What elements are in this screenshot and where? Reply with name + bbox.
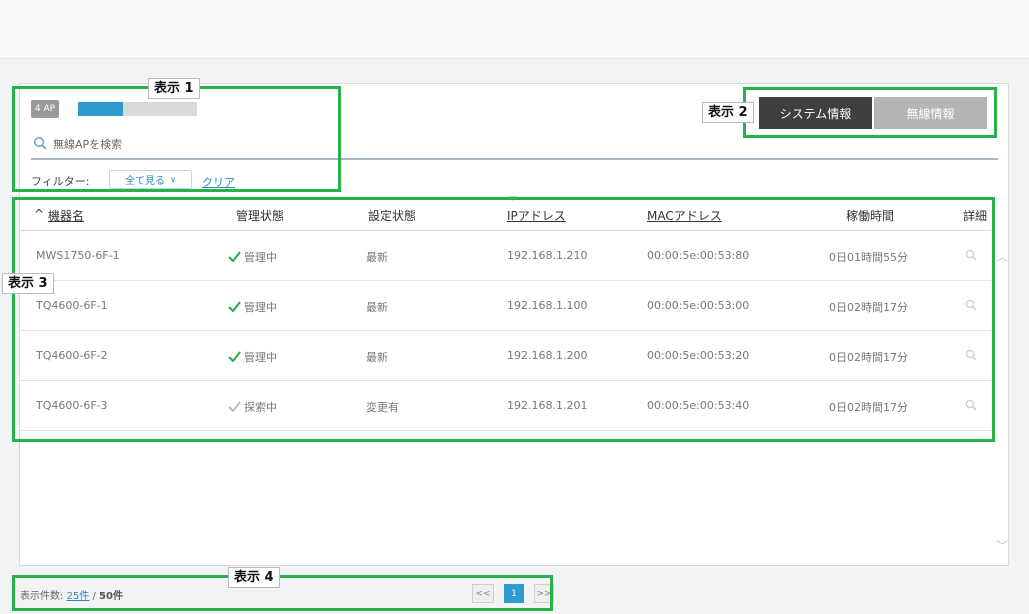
- annotation-label-1: 表示 1: [148, 78, 200, 99]
- highlight-box-1: [12, 86, 341, 192]
- top-header-bar: [0, 0, 1029, 59]
- scroll-down-icon[interactable]: ﹀: [996, 537, 1008, 554]
- annotation-label-3: 表示 3: [2, 273, 54, 294]
- highlight-box-4: [12, 575, 553, 611]
- highlight-box-2: [743, 87, 997, 138]
- highlight-box-3: [12, 197, 995, 442]
- annotation-label-2: 表示 2: [702, 102, 754, 123]
- scroll-up-icon[interactable]: ︿: [996, 248, 1008, 265]
- table-scrollbar[interactable]: [993, 231, 1008, 565]
- annotation-label-4: 表示 4: [228, 567, 280, 588]
